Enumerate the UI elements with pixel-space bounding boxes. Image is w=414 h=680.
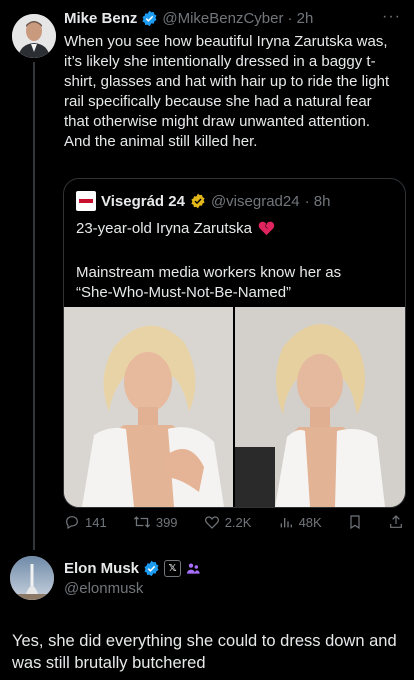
retweet-button[interactable]: 399: [133, 514, 178, 530]
author-avatar[interactable]: [12, 14, 56, 58]
reply-text: Yes, she did everything she could to dre…: [12, 632, 397, 672]
tweet-text: When you see how beautiful Iryna Zarutsk…: [64, 33, 390, 150]
view-count: 48K: [298, 514, 322, 530]
quoted-tweet-card[interactable]: Visegrád 24 @visegrad24 · 8h 23-year-old…: [63, 178, 406, 508]
tweet-header: Mike Benz @MikeBenzCyber · 2h: [64, 10, 313, 27]
more-icon[interactable]: ···: [382, 8, 401, 26]
quote-photo-left[interactable]: [64, 307, 233, 507]
like-count: 2.2K: [224, 514, 252, 530]
author-handle[interactable]: @MikeBenzCyber: [162, 10, 283, 27]
thread-line: [33, 62, 35, 550]
x-affiliate-icon: 𝕏: [164, 560, 182, 577]
reply-author-name[interactable]: Elon Musk: [64, 560, 139, 577]
tweet-time[interactable]: · 2h: [287, 10, 313, 27]
views-icon: [280, 518, 292, 528]
gold-verified-badge-icon: [190, 193, 206, 209]
quote-photo-right[interactable]: [235, 307, 405, 507]
reply-author-handle[interactable]: @elonmusk: [64, 580, 143, 597]
reply-icon: [66, 516, 78, 530]
verified-badge-icon: [141, 10, 158, 27]
reply-count: 141: [85, 514, 107, 530]
quote-avatar: [76, 191, 96, 211]
views-button[interactable]: 48K: [278, 514, 322, 530]
broken-heart-icon: [258, 220, 275, 242]
reply-header: Elon Musk 𝕏: [64, 560, 201, 577]
share-button[interactable]: [388, 514, 404, 530]
quote-text-line2: Mainstream media workers know her as “Sh…: [76, 264, 342, 301]
quote-author-name: Visegrád 24: [101, 192, 185, 210]
share-icon: [390, 515, 402, 528]
retweet-count: 399: [155, 514, 178, 530]
quote-time: · 8h: [304, 192, 331, 210]
verified-badge-icon: [143, 560, 160, 577]
bookmark-button[interactable]: [348, 514, 362, 530]
like-button[interactable]: 2.2K: [204, 514, 252, 530]
author-name[interactable]: Mike Benz: [64, 10, 137, 27]
action-bar: 141 399 2.2K 48K: [64, 514, 404, 530]
quote-text-line1: 23-year-old Iryna Zarutska: [76, 219, 392, 242]
quote-author-handle: @visegrad24: [210, 192, 300, 210]
people-icon: [185, 561, 201, 577]
quote-header: Visegrád 24 @visegrad24 · 8h: [76, 191, 330, 211]
reply-avatar[interactable]: [10, 556, 54, 600]
quote-line1: 23-year-old Iryna Zarutska: [76, 220, 252, 237]
retweet-icon: [133, 516, 150, 528]
bookmark-icon: [350, 515, 360, 530]
heart-icon: [204, 516, 219, 529]
reply-button[interactable]: 141: [64, 514, 107, 530]
